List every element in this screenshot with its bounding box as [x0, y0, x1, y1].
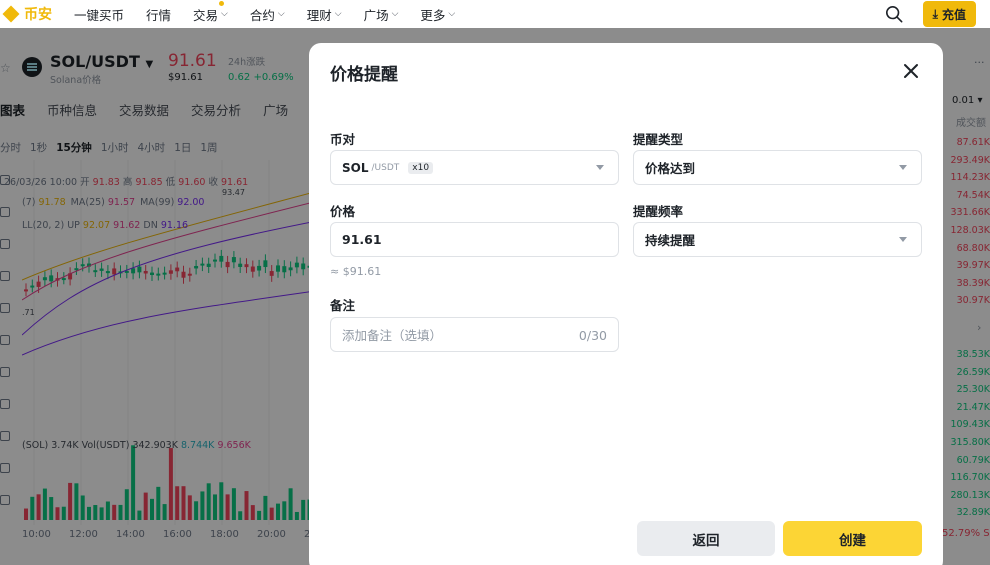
nav-item-3[interactable]: 合约 ⌵	[250, 5, 285, 24]
nav-item-label: 行情	[146, 7, 172, 23]
note-input[interactable]: 添加备注（选填） 0/30	[330, 317, 619, 352]
nav-item-6[interactable]: 更多 ⌵	[420, 5, 455, 24]
pair-select[interactable]: SOL /USDT x10	[330, 150, 619, 185]
nav-item-label: 一键买币	[74, 7, 125, 23]
nav-item-label: 交易	[193, 7, 219, 23]
alert-frequency-select[interactable]: 持续提醒	[633, 222, 922, 257]
nav-item-1[interactable]: 行情	[146, 5, 171, 24]
back-button[interactable]: 返回	[637, 521, 775, 556]
pair-label: 币对	[330, 132, 356, 147]
pair-quote: /USDT	[371, 162, 400, 173]
nav-item-4[interactable]: 理财 ⌵	[307, 5, 342, 24]
binance-logo-icon	[2, 5, 20, 23]
leverage-badge: x10	[408, 161, 434, 174]
chevron-down-icon: ⌵	[391, 9, 399, 19]
nav-item-label: 理财	[306, 7, 332, 23]
pair-base: SOL	[342, 160, 369, 175]
alert-type-value: 价格达到	[645, 161, 696, 176]
price-label: 价格	[330, 204, 356, 219]
deposit-button[interactable]: ⤓ 充值	[922, 1, 976, 27]
note-label: 备注	[330, 298, 356, 313]
caret-down-icon	[899, 237, 907, 242]
chevron-down-icon: ⌵	[334, 9, 342, 19]
close-icon[interactable]	[903, 63, 919, 79]
chevron-down-icon: ⌵	[277, 9, 285, 19]
brand-name: 币安	[24, 7, 52, 23]
deposit-label: 充值	[941, 7, 966, 22]
nav-item-5[interactable]: 广场 ⌵	[364, 5, 399, 24]
price-input[interactable]: 91.61	[330, 222, 619, 257]
alert-frequency-value: 持续提醒	[645, 233, 696, 248]
top-nav: 币安 一键买币 行情 交易 ⌵ 合约 ⌵ 理财 ⌵ 广场 ⌵ 更多 ⌵ ⤓ 充值	[0, 0, 990, 28]
chevron-down-icon: ⌵	[221, 9, 228, 19]
nav-menu: 一键买币 行情 交易 ⌵ 合约 ⌵ 理财 ⌵ 广场 ⌵ 更多 ⌵	[74, 0, 477, 24]
modal-title: 价格提醒	[330, 65, 398, 85]
download-icon: ⤓	[932, 6, 938, 21]
note-placeholder: 添加备注（选填）	[342, 328, 443, 343]
chevron-down-icon: ⌵	[448, 9, 456, 19]
search-icon[interactable]	[885, 5, 903, 23]
nav-right: ⤓ 充值	[885, 0, 976, 28]
caret-down-icon	[596, 165, 604, 170]
price-alert-modal: 价格提醒 币对 SOL /USDT x10 提醒类型 价格达到 价格 91.61…	[309, 43, 943, 565]
alert-type-select[interactable]: 价格达到	[633, 150, 922, 185]
price-approx: ≈ $91.61	[330, 265, 382, 278]
nav-item-0[interactable]: 一键买币	[74, 5, 124, 24]
nav-item-label: 更多	[420, 7, 446, 23]
brand-logo[interactable]: 币安	[2, 4, 52, 24]
nav-item-2[interactable]: 交易 ⌵	[193, 0, 228, 24]
alert-type-label: 提醒类型	[633, 132, 684, 147]
notification-dot	[218, 0, 224, 6]
nav-item-label: 广场	[363, 7, 389, 23]
note-char-count: 0/30	[578, 328, 607, 343]
caret-down-icon	[899, 165, 907, 170]
alert-frequency-label: 提醒频率	[633, 204, 684, 219]
nav-item-label: 合约	[249, 7, 275, 23]
create-button[interactable]: 创建	[783, 521, 922, 556]
